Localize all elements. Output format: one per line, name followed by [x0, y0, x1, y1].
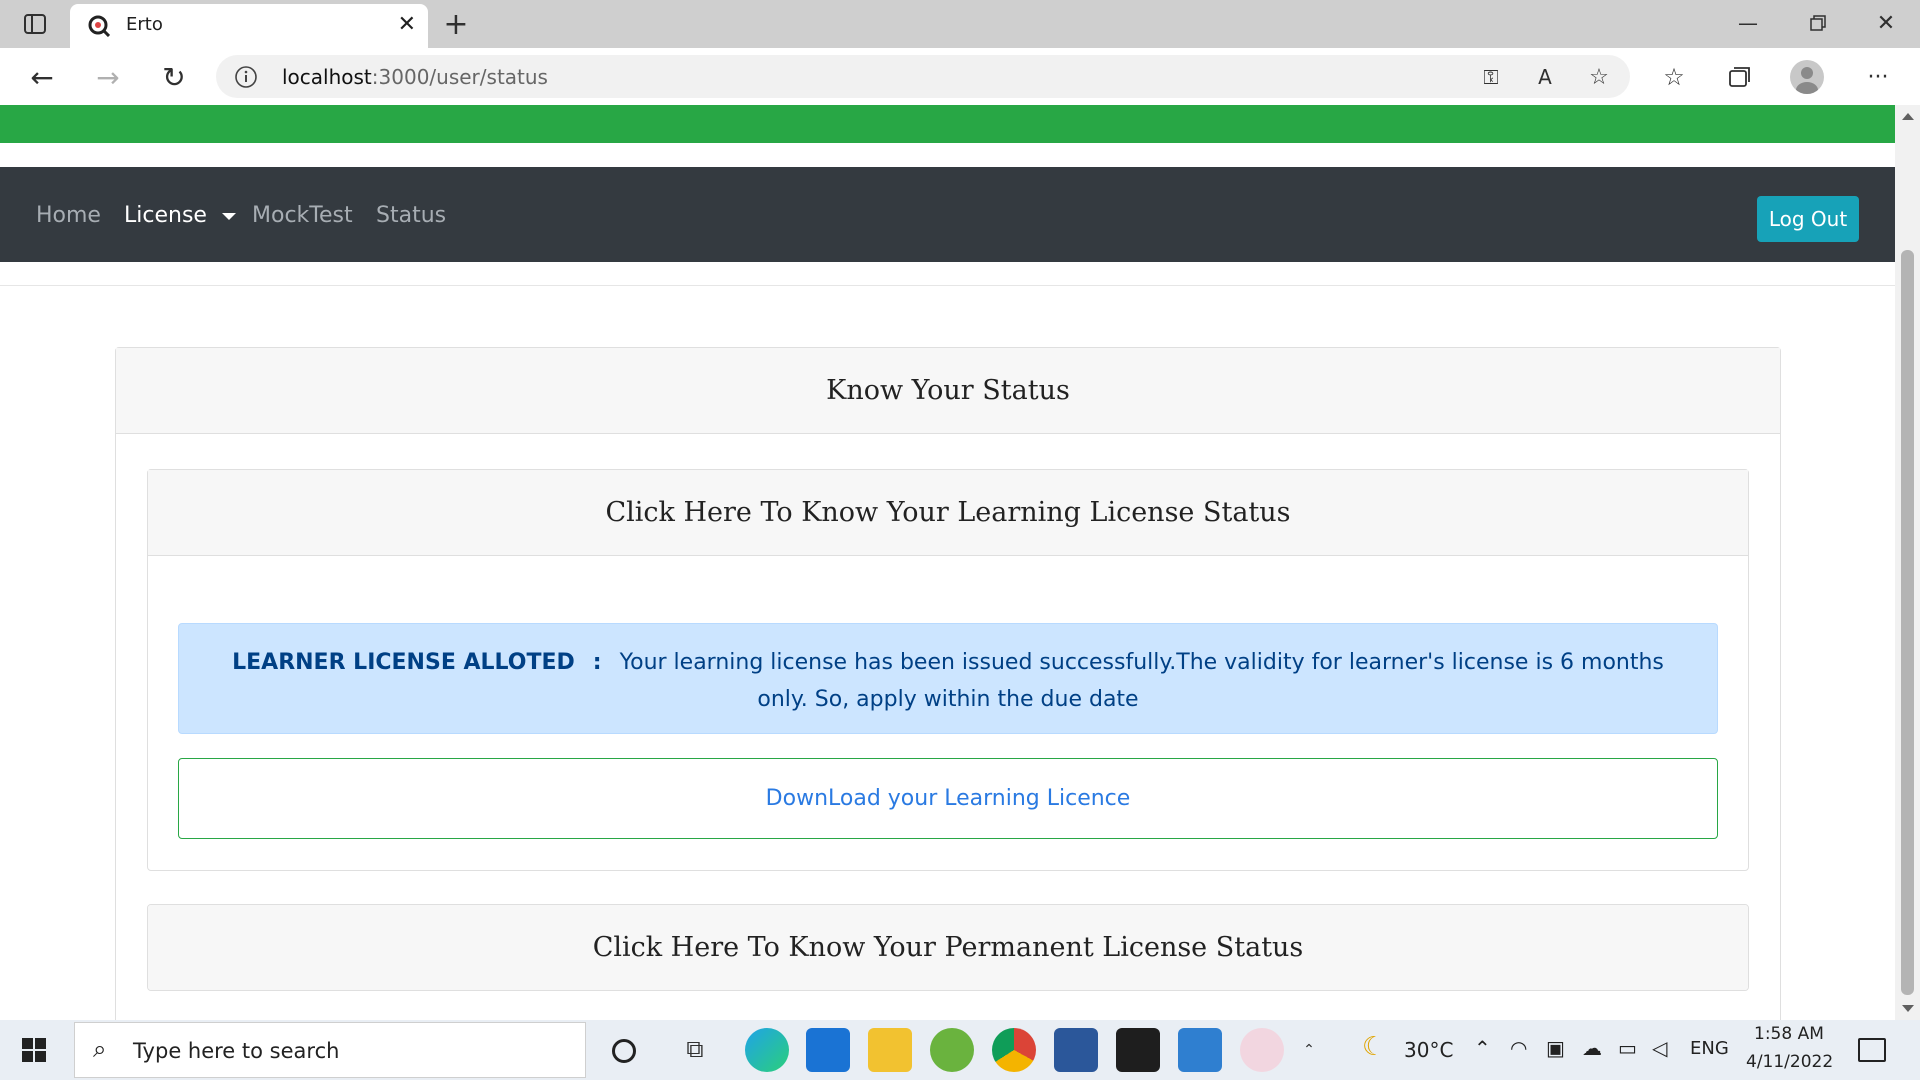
photos-app-icon[interactable] — [1178, 1028, 1222, 1072]
caret-down-icon — [221, 212, 236, 220]
clock-date[interactable]: 4/11/2022 — [1746, 1052, 1833, 1072]
snipping-tool-icon[interactable] — [1240, 1028, 1284, 1072]
tab-close-icon[interactable]: ✕ — [398, 12, 416, 37]
minimize-icon[interactable]: — — [1730, 8, 1766, 38]
scrollbar-thumb[interactable] — [1901, 250, 1914, 995]
page-viewport: Home License MockTest Status Log Out Kno… — [0, 105, 1895, 1020]
add-favorite-icon[interactable]: ☆ — [1586, 64, 1612, 90]
clock-time[interactable]: 1:58 AM — [1754, 1024, 1824, 1044]
chrome-app-icon[interactable] — [992, 1028, 1036, 1072]
nav-home[interactable]: Home — [36, 203, 101, 228]
url-path: :3000/user/status — [371, 65, 548, 89]
windows-start-icon[interactable] — [22, 1038, 46, 1062]
nav-license[interactable]: License — [124, 203, 236, 228]
file-explorer-icon[interactable] — [868, 1028, 912, 1072]
permanent-license-panel: Click Here To Know Your Permanent Licens… — [147, 904, 1749, 991]
language-indicator[interactable]: ENG — [1690, 1038, 1729, 1059]
nav-status[interactable]: Status — [376, 203, 446, 228]
tab-actions-icon[interactable] — [20, 10, 50, 38]
wifi-icon[interactable]: ◠ — [1510, 1036, 1527, 1060]
search-icon: ⌕ — [93, 1035, 107, 1063]
mail-app-icon[interactable] — [806, 1028, 850, 1072]
learning-license-header[interactable]: Click Here To Know Your Learning License… — [148, 470, 1748, 556]
nav-mocktest[interactable]: MockTest — [252, 203, 353, 228]
main-navbar: Home License MockTest Status Log Out — [0, 167, 1895, 262]
status-card-header: Know Your Status — [116, 348, 1780, 434]
nav-divider — [0, 285, 1895, 286]
windows-taskbar: ⌕ Type here to search ⧉ ⌃ ☾ 30°C ⌃ ◠ ▣ ☁… — [0, 1020, 1920, 1080]
scroll-up-arrow-icon[interactable] — [1902, 113, 1914, 120]
close-window-icon[interactable]: ✕ — [1868, 8, 1904, 38]
weather-moon-icon[interactable]: ☾ — [1362, 1032, 1385, 1062]
nav-license-label: License — [124, 203, 207, 228]
status-card: Know Your Status Click Here To Know Your… — [115, 347, 1781, 1020]
profile-avatar-icon[interactable] — [1790, 60, 1824, 94]
download-licence-link[interactable]: DownLoad your Learning Licence — [178, 758, 1718, 839]
browser-tab-bar: Erto ✕ + — ✕ — [0, 0, 1920, 48]
alert-separator: : — [592, 650, 602, 675]
word-app-icon[interactable] — [1054, 1028, 1098, 1072]
edge-app-icon[interactable] — [745, 1028, 789, 1072]
onedrive-icon[interactable]: ☁ — [1582, 1036, 1602, 1060]
tab-title: Erto — [126, 14, 163, 35]
url-host: localhost — [282, 65, 372, 89]
erto-favicon-icon — [88, 15, 111, 38]
show-hidden-icons-icon[interactable]: ⌃ — [1474, 1036, 1491, 1060]
more-options-icon[interactable]: ··· — [1860, 60, 1896, 94]
spring-tool-icon[interactable] — [930, 1028, 974, 1072]
alert-label: LEARNER LICENSE ALLOTED — [232, 650, 575, 675]
scroll-down-arrow-icon[interactable] — [1902, 1005, 1914, 1012]
task-view-icon[interactable]: ⧉ — [680, 1034, 710, 1064]
top-banner — [0, 105, 1895, 143]
site-info-icon[interactable] — [234, 65, 258, 89]
volume-icon[interactable]: ◁ — [1652, 1036, 1667, 1060]
favorites-icon[interactable]: ☆ — [1656, 60, 1692, 94]
restore-icon[interactable] — [1800, 8, 1836, 38]
browser-tab-erto[interactable]: Erto ✕ — [70, 4, 428, 48]
new-tab-icon[interactable]: + — [440, 7, 472, 42]
collections-icon[interactable] — [1722, 60, 1758, 94]
read-aloud-icon[interactable]: A — [1532, 64, 1558, 90]
alert-message: Your learning license has been issued su… — [619, 650, 1664, 712]
taskbar-search-box[interactable]: ⌕ Type here to search — [74, 1022, 586, 1078]
cortana-icon[interactable] — [612, 1039, 636, 1063]
address-bar[interactable]: localhost:3000/user/status ⚿ A ☆ — [216, 55, 1630, 98]
meet-now-icon[interactable]: ▣ — [1546, 1036, 1565, 1060]
battery-icon[interactable]: ▭ — [1618, 1036, 1637, 1060]
notifications-icon[interactable] — [1858, 1038, 1886, 1062]
refresh-icon[interactable]: ↻ — [156, 60, 192, 94]
mysql-app-icon[interactable] — [1116, 1028, 1160, 1072]
back-icon[interactable]: ← — [24, 60, 60, 94]
browser-toolbar: ← → ↻ localhost:3000/user/status ⚿ A ☆ ☆… — [0, 48, 1920, 106]
taskbar-overflow-icon[interactable]: ⌃ — [1300, 1028, 1318, 1072]
learner-license-alert: LEARNER LICENSE ALLOTED: Your learning li… — [178, 623, 1718, 734]
page-scrollbar[interactable] — [1895, 105, 1920, 1020]
learning-license-panel: Click Here To Know Your Learning License… — [147, 469, 1749, 871]
forward-icon[interactable]: → — [90, 60, 126, 94]
taskbar-search-placeholder: Type here to search — [133, 1039, 340, 1063]
permanent-license-header[interactable]: Click Here To Know Your Permanent Licens… — [148, 905, 1748, 990]
weather-temperature[interactable]: 30°C — [1404, 1038, 1453, 1062]
url-text: localhost:3000/user/status — [282, 65, 548, 89]
password-key-icon[interactable]: ⚿ — [1478, 64, 1504, 90]
logout-button[interactable]: Log Out — [1757, 196, 1859, 242]
